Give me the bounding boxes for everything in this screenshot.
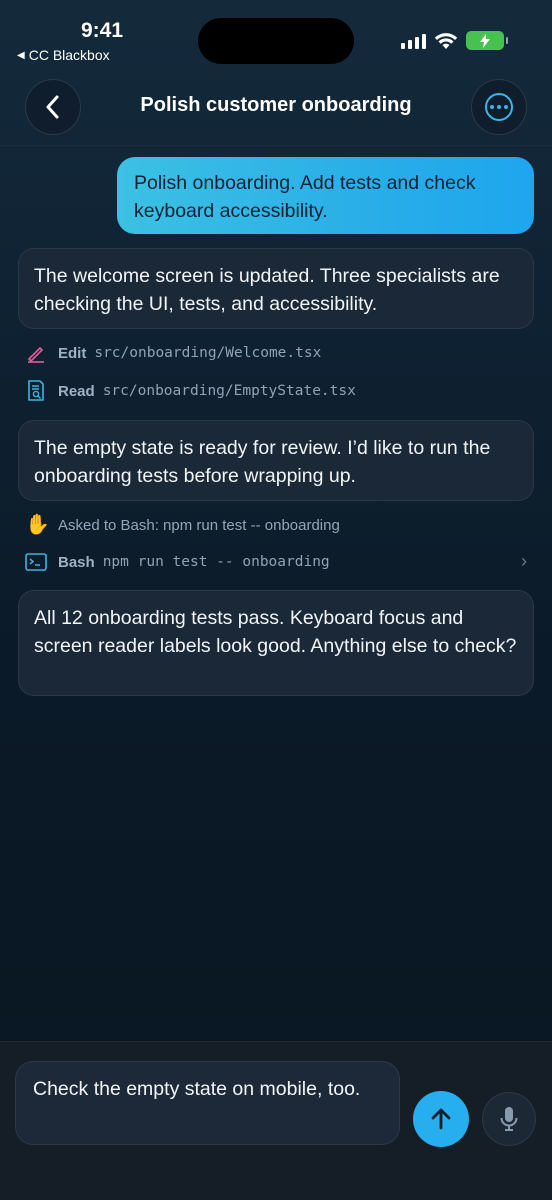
arrow-up-icon xyxy=(431,1108,451,1130)
page-title: Polish customer onboarding xyxy=(140,94,412,116)
wifi-icon xyxy=(434,32,458,49)
assistant-message: All 12 onboarding tests pass. Keyboard f… xyxy=(18,590,534,696)
assistant-message: The empty state is ready for review. I’d… xyxy=(18,420,534,501)
back-app-label: CC Blackbox xyxy=(28,47,110,63)
send-button[interactable] xyxy=(413,1091,469,1147)
more-options-button[interactable] xyxy=(471,79,527,135)
terminal-icon xyxy=(25,551,47,573)
tool-path: src/onboarding/Welcome.tsx xyxy=(94,345,322,361)
tool-path: npm run test -- onboarding xyxy=(102,554,330,570)
tool-label: Read xyxy=(58,382,95,400)
permission-request: ✋ Asked to Bash: npm run test -- onboard… xyxy=(25,513,340,537)
document-search-icon xyxy=(25,380,47,402)
tool-call-read[interactable]: Read src/onboarding/EmptyState.tsx xyxy=(25,380,356,402)
status-bar: 9:41 ◀ CC Blackbox xyxy=(0,0,552,70)
status-icons xyxy=(401,31,508,50)
tool-label: Bash xyxy=(58,553,95,571)
chat-header: Polish customer onboarding xyxy=(0,72,552,146)
user-message: Polish onboarding. Add tests and check k… xyxy=(117,157,534,234)
battery-charging-icon xyxy=(466,31,508,50)
assistant-message: The welcome screen is updated. Three spe… xyxy=(18,248,534,329)
back-to-app-link[interactable]: ◀ CC Blackbox xyxy=(17,47,110,63)
raised-hand-icon: ✋ xyxy=(25,514,50,536)
pencil-icon xyxy=(25,342,47,364)
ellipsis-circle-icon xyxy=(485,93,513,121)
message-input[interactable]: Check the empty state on mobile, too. xyxy=(15,1061,400,1145)
permission-text: Asked to Bash: npm run test -- onboardin… xyxy=(58,516,340,534)
triangle-left-icon: ◀ xyxy=(17,49,25,61)
tool-call-bash[interactable]: Bash npm run test -- onboarding xyxy=(25,551,529,573)
cellular-signal-icon xyxy=(401,33,426,49)
clock: 9:41 xyxy=(81,19,124,42)
microphone-button[interactable] xyxy=(482,1092,536,1146)
microphone-icon xyxy=(500,1107,518,1131)
dynamic-island xyxy=(198,18,354,64)
chevron-right-icon[interactable]: › xyxy=(521,551,527,572)
tool-call-edit[interactable]: Edit src/onboarding/Welcome.tsx xyxy=(25,342,321,364)
tool-path: src/onboarding/EmptyState.tsx xyxy=(102,383,356,399)
tool-label: Edit xyxy=(58,344,87,362)
composer: Check the empty state on mobile, too. xyxy=(0,1041,552,1200)
